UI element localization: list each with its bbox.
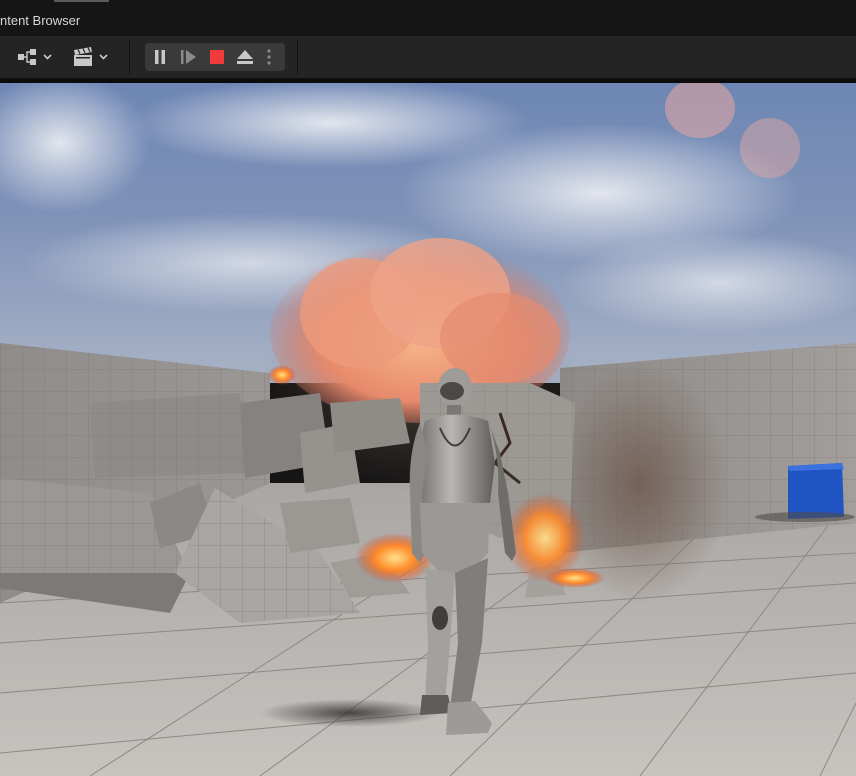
level-viewport[interactable] xyxy=(0,83,856,776)
stop-icon xyxy=(210,50,224,64)
kebab-icon xyxy=(267,49,271,65)
top-tab-bar: ntent Browser xyxy=(0,0,856,36)
eject-button[interactable] xyxy=(231,44,259,70)
blueprint-graph-button[interactable] xyxy=(14,44,54,70)
more-options-button[interactable] xyxy=(259,44,279,70)
toolbar-separator xyxy=(129,40,130,74)
level-editor-toolbar xyxy=(0,36,856,79)
eject-icon xyxy=(237,50,253,64)
play-controls-group xyxy=(145,43,285,71)
pause-button[interactable] xyxy=(145,44,175,70)
toolbar-separator xyxy=(297,40,298,74)
viewport-scene xyxy=(0,83,856,776)
clapperboard-icon xyxy=(74,47,108,66)
toolbar-left-group xyxy=(14,44,110,70)
stop-button[interactable] xyxy=(203,44,231,70)
node-graph-icon xyxy=(18,49,52,65)
frame-advance-button[interactable] xyxy=(175,44,203,70)
pause-icon xyxy=(155,50,165,64)
cinematics-button[interactable] xyxy=(70,44,110,70)
frame-advance-icon xyxy=(181,50,196,64)
content-browser-tab[interactable]: ntent Browser xyxy=(0,13,80,28)
active-tab-indicator xyxy=(54,0,109,2)
